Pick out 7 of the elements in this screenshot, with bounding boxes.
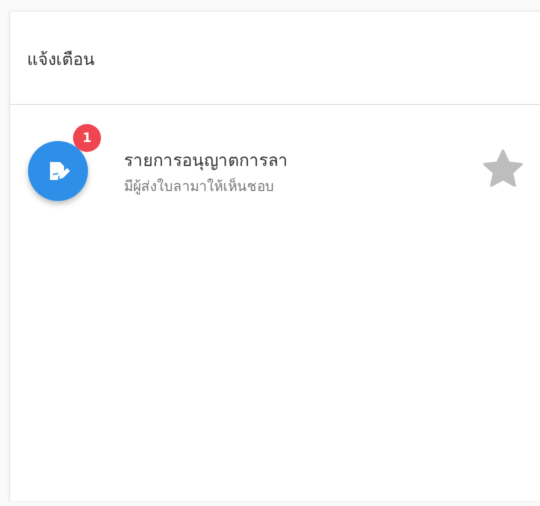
- document-edit-icon: [28, 141, 88, 201]
- notification-title: รายการอนุญาตการลา: [124, 150, 289, 172]
- notification-item[interactable]: 1 รายการอนุญาตการลา มีผู้ส่งใบลามาให้เห็นชอบ: [10, 105, 540, 201]
- star-icon[interactable]: [482, 149, 524, 189]
- panel-title: แจ้งเตือน: [27, 48, 95, 72]
- count-badge: 1: [73, 124, 101, 152]
- notification-subtitle: มีผู้ส่งใบลามาให้เห็นชอบ: [124, 176, 275, 196]
